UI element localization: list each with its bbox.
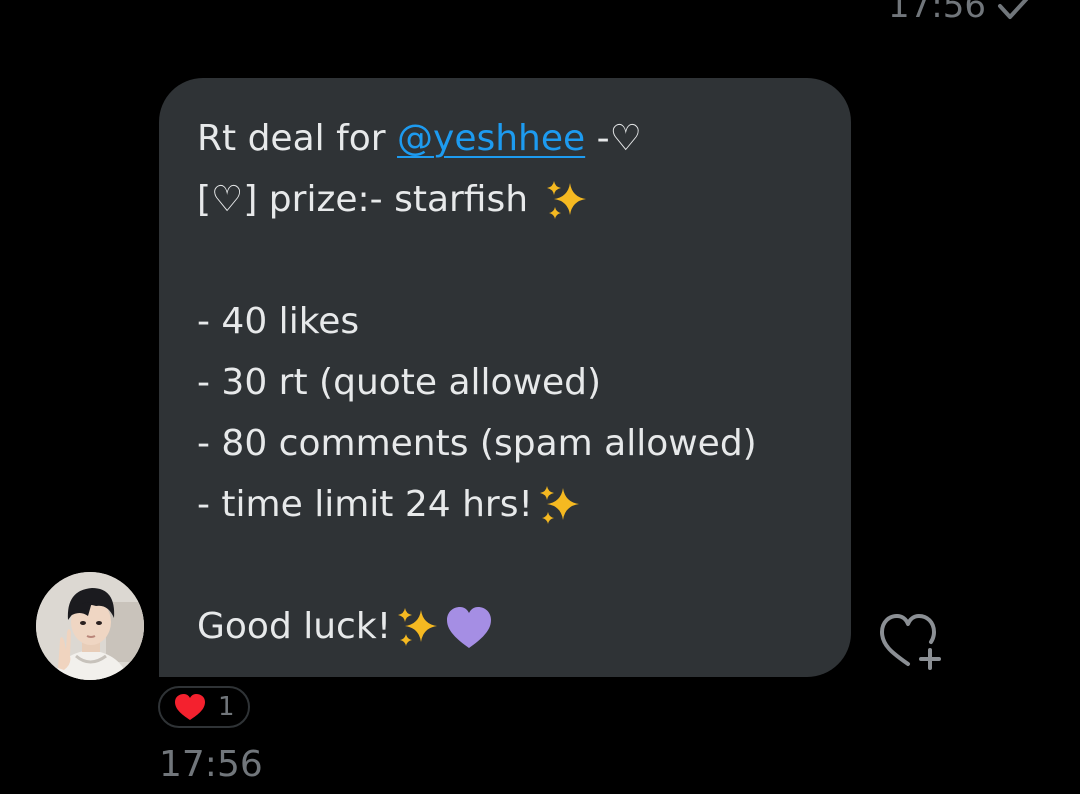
message-line-2: [♡] prize:- starfish (197, 169, 813, 230)
message-line-5: - 80 comments (spam allowed) (197, 423, 757, 464)
message-line-4: - 30 rt (quote allowed) (197, 362, 602, 403)
sparkles-icon (398, 608, 438, 646)
message-line-1: Rt deal for @yeshhee -♡ (197, 118, 642, 159)
avatar[interactable] (36, 572, 144, 680)
avatar-image (36, 572, 144, 680)
message-line-3: - 40 likes (197, 301, 360, 342)
sent-timestamp: 17:56 (888, 0, 986, 26)
message-timestamp: 17:56 (159, 744, 263, 785)
purple-heart-icon (447, 607, 492, 648)
check-icon (998, 0, 1029, 19)
add-reaction-icon[interactable] (878, 612, 946, 670)
sparkles-icon (546, 181, 586, 219)
message-line-6: - time limit 24 hrs! (197, 474, 813, 535)
mention-link[interactable]: @yeshhee (397, 118, 585, 159)
sent-status: 17:56 (888, 0, 1036, 26)
reaction-badge[interactable]: 1 (158, 686, 250, 728)
message-bubble[interactable]: Rt deal for @yeshhee -♡ [♡] prize:- star… (159, 78, 851, 677)
red-heart-icon (175, 694, 205, 720)
message-line-7: Good luck! (197, 596, 813, 657)
sparkles-icon (539, 486, 579, 524)
reaction-count: 1 (218, 692, 235, 722)
